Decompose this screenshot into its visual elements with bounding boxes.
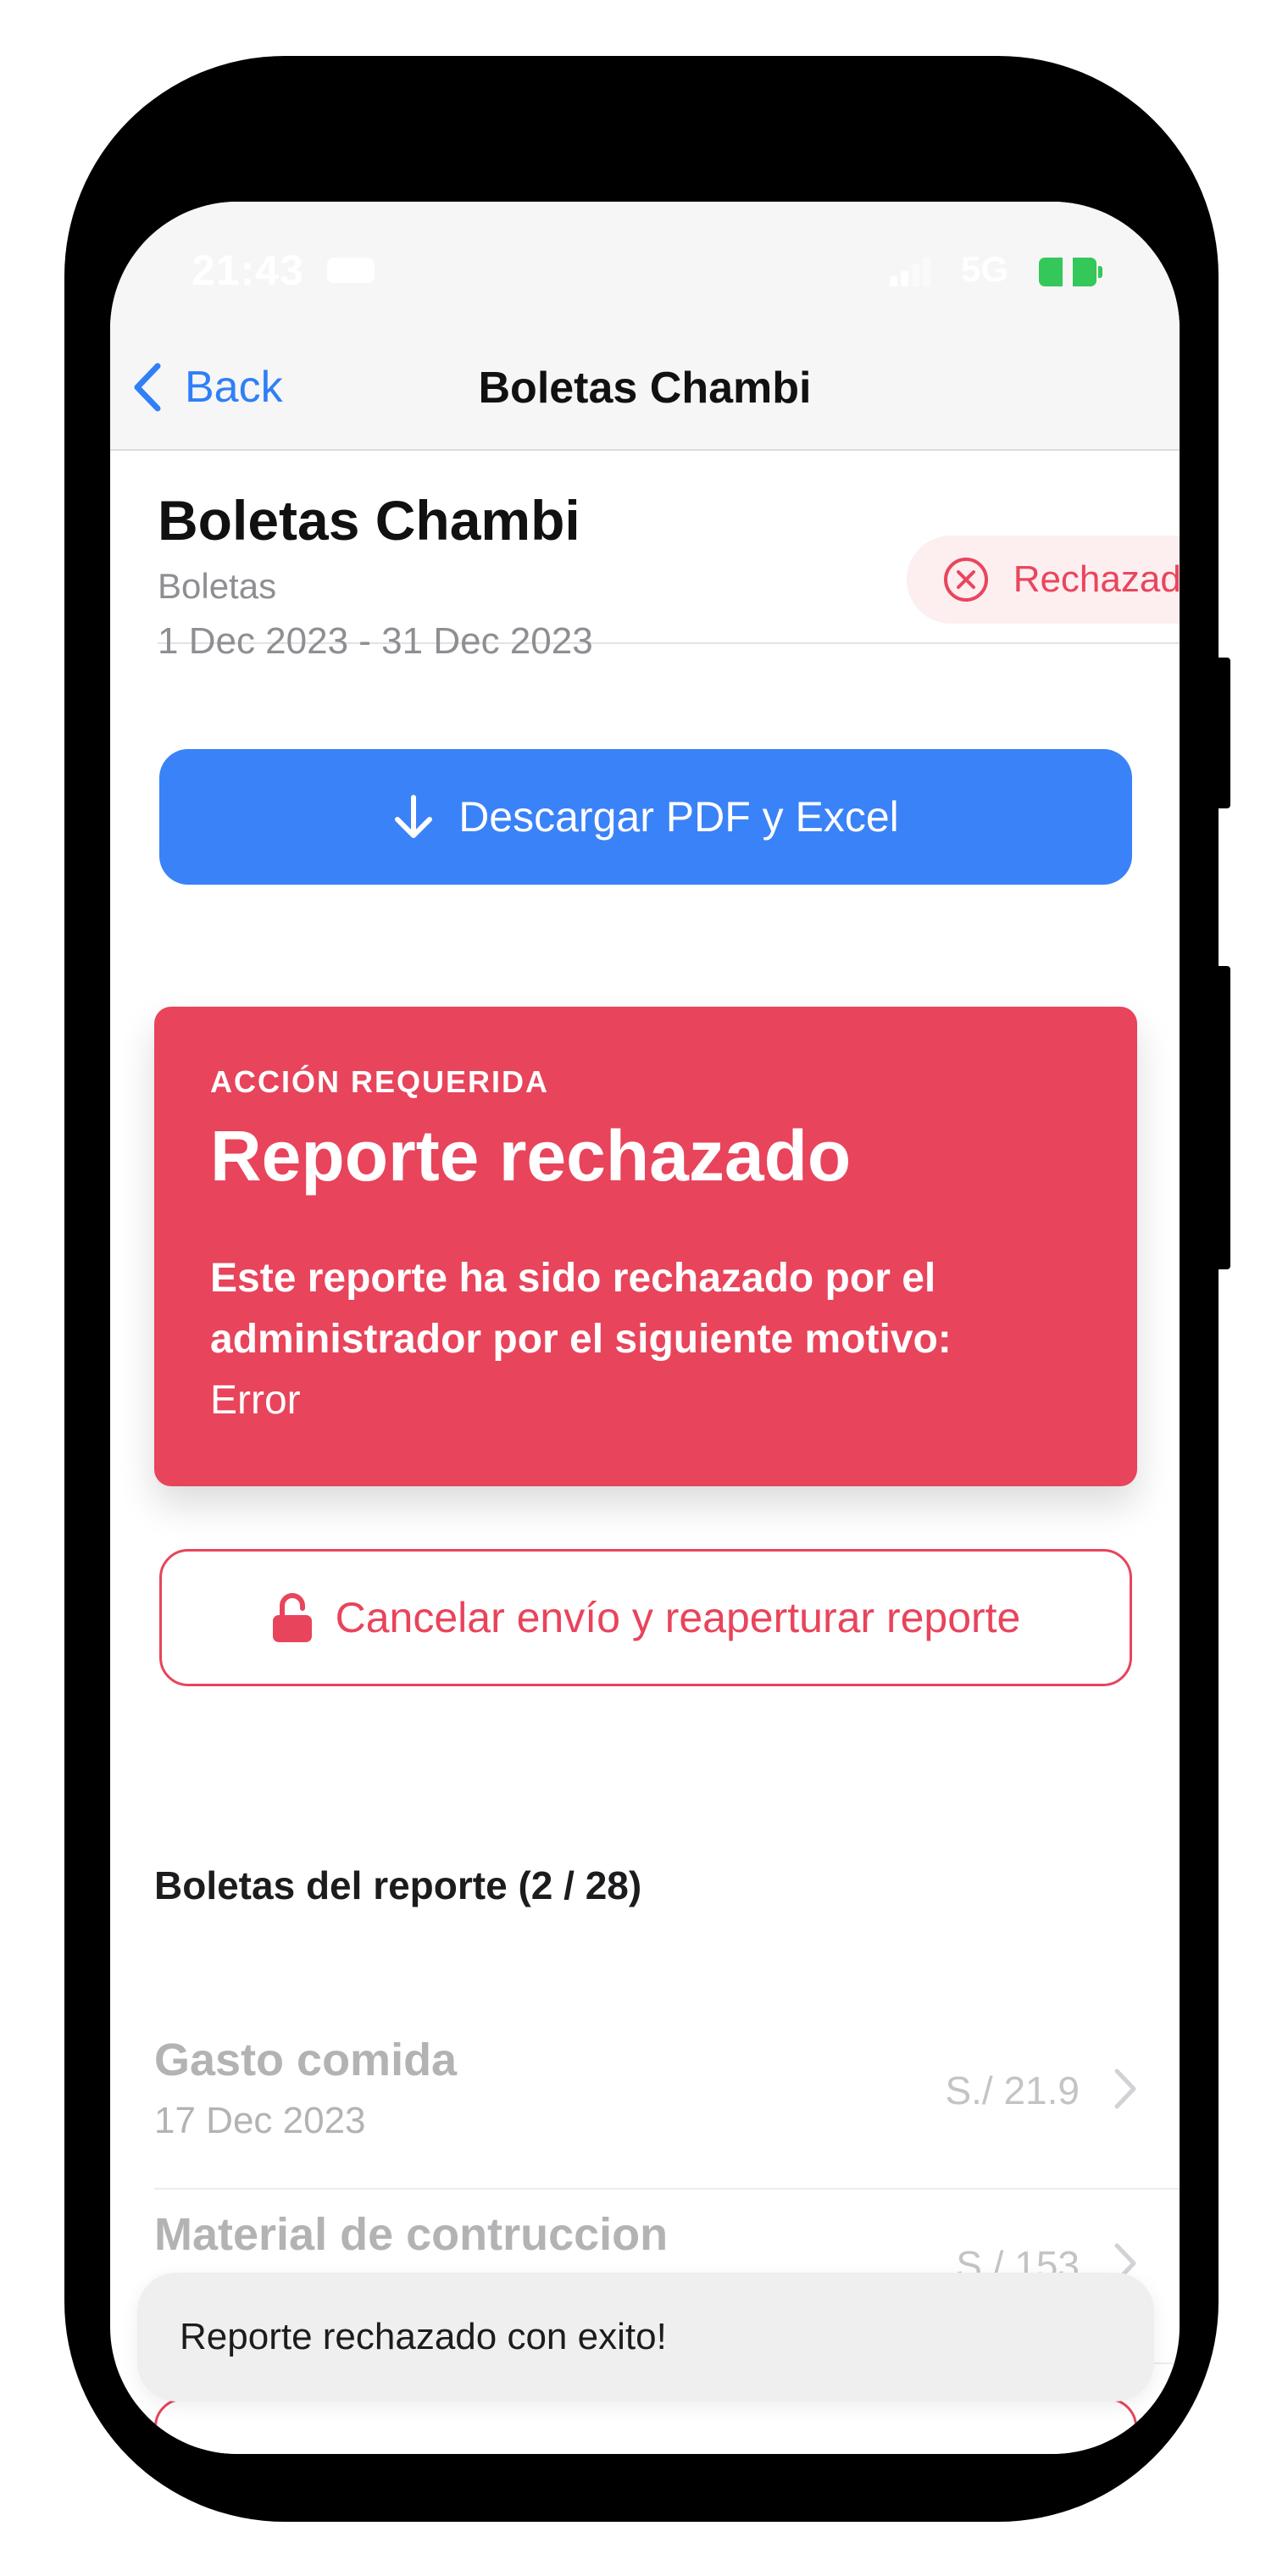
download-pdf-excel-button[interactable]: Descargar PDF y Excel bbox=[159, 749, 1132, 885]
toast-message: Reporte rechazado con exito! bbox=[180, 2316, 667, 2357]
receipts-section-heading: Boletas del reporte (2 / 28) bbox=[154, 1863, 642, 1907]
phone-screen: 21:43 5G Back Boletas Chambi Boletas Cha… bbox=[110, 202, 1180, 2454]
reopen-button-label: Cancelar envío y reaperturar reporte bbox=[335, 1594, 1021, 1641]
receipt-amount: S./ 21.9 bbox=[945, 2068, 1080, 2112]
signal-icon bbox=[890, 258, 932, 286]
navigation-bar: Back Boletas Chambi bbox=[110, 329, 1180, 451]
report-date-range: 1 Dec 2023 - 31 Dec 2023 bbox=[158, 620, 593, 662]
unlock-icon bbox=[272, 1593, 312, 1642]
chevron-right-icon bbox=[1114, 2068, 1136, 2109]
network-label: 5G bbox=[961, 249, 1009, 289]
receipt-name: Gasto comida bbox=[154, 2035, 458, 2085]
alert-title: Reporte rechazado bbox=[210, 1116, 852, 1196]
report-header: Boletas Chambi Boletas 1 Dec 2023 - 31 D… bbox=[158, 452, 1180, 662]
battery-charging-icon bbox=[1039, 258, 1102, 286]
bed-icon bbox=[327, 258, 375, 283]
phone-side-button bbox=[1212, 658, 1230, 808]
bottom-action-button[interactable] bbox=[154, 2398, 1137, 2454]
nav-title: Boletas Chambi bbox=[478, 364, 812, 413]
list-item[interactable]: Gasto comida 17 Dec 2023 S./ 21.9 bbox=[154, 2015, 1180, 2190]
report-title: Boletas Chambi bbox=[158, 489, 580, 552]
alert-eyebrow: ACCIÓN REQUERIDA bbox=[210, 1064, 550, 1099]
download-arrow-icon bbox=[395, 795, 433, 838]
report-type: Boletas bbox=[158, 566, 277, 606]
receipt-name: Material de contruccion bbox=[154, 2209, 669, 2260]
download-button-label: Descargar PDF y Excel bbox=[458, 793, 899, 841]
reopen-report-button[interactable]: Cancelar envío y reaperturar reporte bbox=[159, 1549, 1132, 1686]
status-badge-label: Rechazado bbox=[1013, 558, 1180, 600]
receipt-date: 17 Dec 2023 bbox=[154, 2100, 366, 2141]
phone-side-button bbox=[1212, 966, 1230, 1269]
status-badge: Rechazado bbox=[907, 536, 1180, 624]
alert-reason: Error bbox=[210, 1378, 301, 1423]
status-time: 21:43 bbox=[192, 247, 304, 294]
x-circle-icon bbox=[943, 558, 988, 602]
status-bar: 21:43 5G bbox=[110, 202, 1180, 329]
alert-message: Este reporte ha sido rechazado por el ad… bbox=[210, 1256, 952, 1362]
rejection-alert-card: ACCIÓN REQUERIDA Reporte rechazado Este … bbox=[154, 1007, 1137, 1486]
toast-notification: Reporte rechazado con exito! bbox=[137, 2273, 1154, 2401]
